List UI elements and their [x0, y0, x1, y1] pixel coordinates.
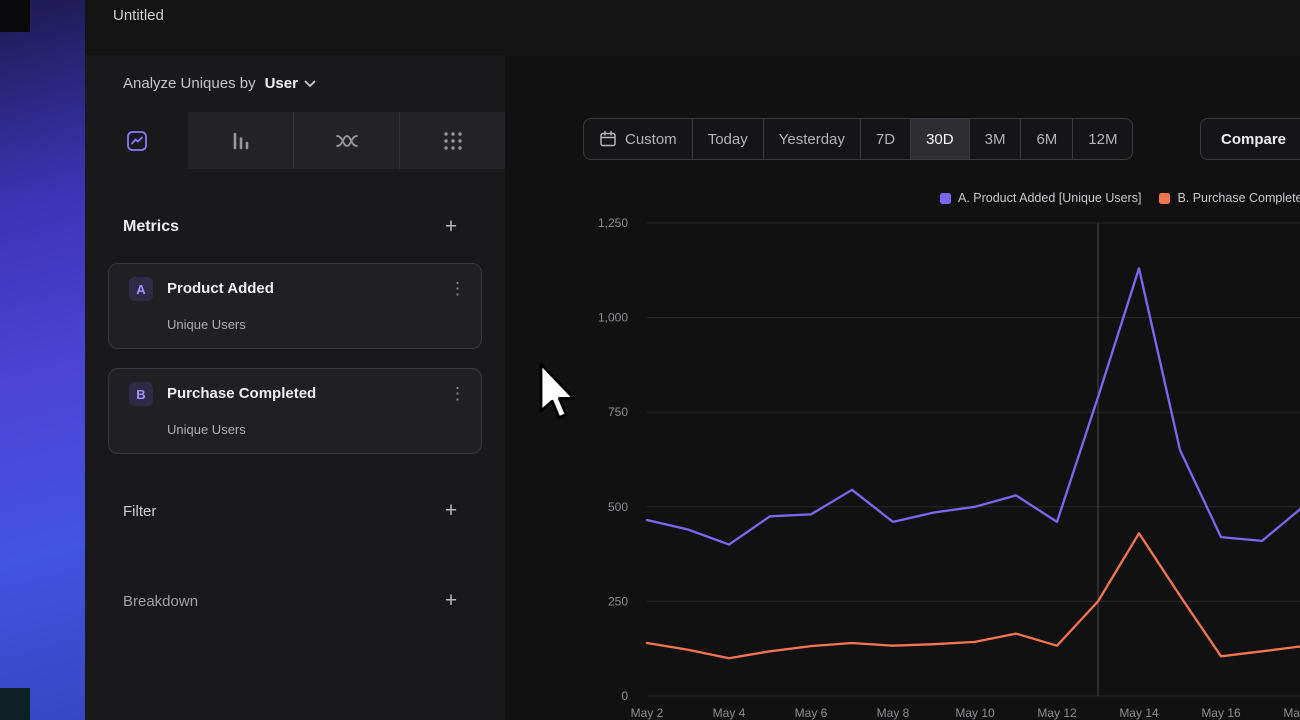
filter-header: Filter +	[123, 491, 463, 531]
tab-insights[interactable]	[85, 112, 188, 169]
range-button-label: Yesterday	[779, 131, 845, 148]
calendar-icon	[599, 130, 617, 148]
sidebar: Analyze Uniques by User	[85, 55, 506, 720]
svg-text:May 10: May 10	[955, 706, 995, 720]
line-chart: 0 250 500 750 1,000 1,250 May 2 May 4 May 6 May 8…	[505, 180, 1300, 720]
svg-text:0: 0	[621, 689, 628, 703]
flows-icon	[334, 129, 360, 153]
chart-panel: Custom Today Yesterday 7D 30D 3M 6M 12M Compare…	[505, 55, 1300, 720]
tab-apps[interactable]	[399, 112, 505, 169]
analyze-by-value: User	[265, 75, 298, 92]
breakdown-header: Breakdown +	[123, 581, 463, 621]
svg-text:May 14: May 14	[1119, 706, 1159, 720]
range-button-today[interactable]: Today	[692, 119, 763, 159]
range-button-label: 30D	[926, 131, 954, 148]
tab-funnels[interactable]	[188, 112, 293, 169]
chevron-down-icon	[304, 80, 316, 88]
svg-text:750: 750	[608, 405, 628, 419]
add-metric-button[interactable]: +	[439, 215, 463, 239]
filter-label: Filter	[123, 503, 156, 520]
analyze-by-dropdown[interactable]: User	[265, 75, 316, 92]
metric-card-b[interactable]: B Purchase Completed ⋮ Unique Users	[108, 368, 482, 454]
app-window: Untitled Analyze Uniques by User	[0, 0, 1300, 720]
range-button-6m[interactable]: 6M	[1020, 119, 1072, 159]
svg-text:May 2: May 2	[631, 706, 664, 720]
range-button-label: Custom	[625, 131, 677, 148]
analyze-label: Analyze Uniques by	[123, 75, 256, 92]
tab-flows[interactable]	[293, 112, 399, 169]
chart-type-tabs	[85, 112, 505, 169]
range-button-label: 12M	[1088, 131, 1117, 148]
metric-subtitle[interactable]: Unique Users	[167, 317, 246, 332]
range-button-yesterday[interactable]: Yesterday	[763, 119, 860, 159]
range-button-label: 7D	[876, 131, 895, 148]
background-corner-top	[0, 0, 30, 32]
line-chart-icon	[125, 129, 149, 153]
metric-title: Product Added	[167, 280, 274, 297]
svg-text:May 16: May 16	[1201, 706, 1241, 720]
background-art	[0, 0, 85, 720]
background-corner-bottom	[0, 688, 30, 720]
metrics-label: Metrics	[123, 218, 179, 236]
svg-text:May 12: May 12	[1037, 706, 1077, 720]
compare-button[interactable]: Compare	[1200, 118, 1300, 160]
document-title[interactable]: Untitled	[113, 7, 164, 24]
svg-text:250: 250	[608, 594, 628, 608]
funnel-bars-icon	[229, 129, 253, 153]
topbar: Untitled	[85, 0, 1300, 56]
svg-text:1,250: 1,250	[598, 216, 628, 230]
analyze-row: Analyze Uniques by User	[85, 55, 505, 112]
metric-card-a[interactable]: A Product Added ⋮ Unique Users	[108, 263, 482, 349]
svg-text:May 4: May 4	[713, 706, 746, 720]
tabs-group	[188, 112, 505, 169]
range-button-label: 6M	[1036, 131, 1057, 148]
svg-text:May 8: May 8	[877, 706, 910, 720]
add-filter-button[interactable]: +	[439, 499, 463, 523]
kebab-menu-icon[interactable]: ⋮	[449, 382, 465, 406]
range-button-30d[interactable]: 30D	[910, 119, 969, 159]
add-breakdown-button[interactable]: +	[439, 589, 463, 613]
metric-badge: A	[129, 277, 153, 301]
range-button-label: Today	[708, 131, 748, 148]
compare-label: Compare	[1221, 131, 1286, 148]
metric-title: Purchase Completed	[167, 385, 316, 402]
svg-text:May 18: May 18	[1283, 706, 1300, 720]
kebab-menu-icon[interactable]: ⋮	[449, 277, 465, 301]
svg-text:500: 500	[608, 500, 628, 514]
svg-text:1,000: 1,000	[598, 311, 628, 325]
grid-dots-icon	[441, 129, 465, 153]
svg-text:May 6: May 6	[795, 706, 828, 720]
range-button-label: 3M	[985, 131, 1006, 148]
breakdown-label: Breakdown	[123, 593, 198, 610]
range-button-custom[interactable]: Custom	[584, 119, 692, 159]
range-button-3m[interactable]: 3M	[969, 119, 1021, 159]
metrics-header: Metrics +	[123, 207, 463, 247]
range-toolbar: Custom Today Yesterday 7D 30D 3M 6M 12M	[583, 118, 1133, 160]
metric-badge: B	[129, 382, 153, 406]
range-button-7d[interactable]: 7D	[860, 119, 910, 159]
metric-subtitle[interactable]: Unique Users	[167, 422, 246, 437]
range-button-12m[interactable]: 12M	[1072, 119, 1132, 159]
